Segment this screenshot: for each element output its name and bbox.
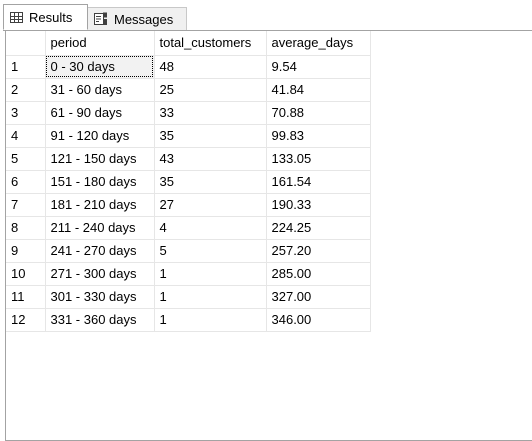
- cell-total-customers[interactable]: 1: [154, 308, 267, 332]
- table-row[interactable]: 8 211 - 240 days 4 224.25: [6, 216, 371, 240]
- cell-average-days[interactable]: 99.83: [266, 124, 371, 148]
- table-row[interactable]: 12 331 - 360 days 1 346.00: [6, 308, 371, 332]
- cell-period[interactable]: 241 - 270 days: [45, 239, 155, 263]
- column-header-average-days[interactable]: average_days: [266, 31, 371, 56]
- grid-icon: [10, 11, 23, 23]
- row-number[interactable]: 10: [6, 262, 46, 286]
- row-number[interactable]: 3: [6, 101, 46, 125]
- row-number[interactable]: 9: [6, 239, 46, 263]
- cell-period[interactable]: 31 - 60 days: [45, 78, 155, 102]
- table-row[interactable]: 6 151 - 180 days 35 161.54: [6, 170, 371, 194]
- cell-period[interactable]: 211 - 240 days: [45, 216, 155, 240]
- results-body: 10 - 30 days 48 9.54 2 31 - 60 days 25 41.84 3 6…: [6, 55, 371, 332]
- row-number[interactable]: 7: [6, 193, 46, 217]
- cell-total-customers[interactable]: 1: [154, 285, 267, 309]
- tab-results[interactable]: Results: [3, 4, 88, 30]
- header-row: period total_customers average_days: [6, 31, 371, 56]
- row-number[interactable]: 4: [6, 124, 46, 148]
- cell-average-days[interactable]: 70.88: [266, 101, 371, 125]
- cell-average-days[interactable]: 133.05: [266, 147, 371, 171]
- cell-total-customers[interactable]: 35: [154, 170, 267, 194]
- tab-messages[interactable]: Messages: [88, 7, 187, 30]
- row-number[interactable]: 1: [6, 55, 46, 79]
- cell-period[interactable]: 121 - 150 days: [45, 147, 155, 171]
- column-header-period[interactable]: period: [45, 31, 155, 56]
- cell-period[interactable]: 181 - 210 days: [45, 193, 155, 217]
- table-row[interactable]: 7 181 - 210 days 27 190.33: [6, 193, 371, 217]
- row-number[interactable]: 11: [6, 285, 46, 309]
- results-pane: Results Messages period total_customers …: [0, 0, 532, 441]
- cell-total-customers[interactable]: 5: [154, 239, 267, 263]
- cell-period[interactable]: 151 - 180 days: [45, 170, 155, 194]
- row-number[interactable]: 8: [6, 216, 46, 240]
- cell-total-customers[interactable]: 33: [154, 101, 267, 125]
- cell-total-customers[interactable]: 4: [154, 216, 267, 240]
- cell-average-days[interactable]: 161.54: [266, 170, 371, 194]
- cell-total-customers[interactable]: 43: [154, 147, 267, 171]
- cell-average-days[interactable]: 346.00: [266, 308, 371, 332]
- table-row[interactable]: 4 91 - 120 days 35 99.83: [6, 124, 371, 148]
- tab-divider: [3, 30, 532, 31]
- tab-results-label: Results: [29, 9, 73, 25]
- cell-period[interactable]: 91 - 120 days: [45, 124, 155, 148]
- cell-average-days[interactable]: 41.84: [266, 78, 371, 102]
- cell-period[interactable]: 271 - 300 days: [45, 262, 155, 286]
- cell-period[interactable]: 331 - 360 days: [45, 308, 155, 332]
- row-number[interactable]: 12: [6, 308, 46, 332]
- row-number[interactable]: 6: [6, 170, 46, 194]
- results-grid[interactable]: period total_customers average_days 10 -…: [5, 31, 532, 441]
- cell-total-customers[interactable]: 1: [154, 262, 267, 286]
- table-row[interactable]: 10 - 30 days 48 9.54: [6, 55, 371, 79]
- cell-total-customers[interactable]: 25: [154, 78, 267, 102]
- cell-average-days[interactable]: 257.20: [266, 239, 371, 263]
- cell-period[interactable]: 301 - 330 days: [45, 285, 155, 309]
- table-row[interactable]: 3 61 - 90 days 33 70.88: [6, 101, 371, 125]
- results-table: period total_customers average_days 10 -…: [6, 31, 371, 332]
- cell-period[interactable]: 61 - 90 days: [45, 101, 155, 125]
- tab-messages-label: Messages: [114, 11, 174, 27]
- cell-average-days[interactable]: 224.25: [266, 216, 371, 240]
- row-number-header[interactable]: [6, 31, 46, 56]
- column-header-total-customers[interactable]: total_customers: [154, 31, 267, 56]
- table-row[interactable]: 10 271 - 300 days 1 285.00: [6, 262, 371, 286]
- results-tab-bar: Results Messages: [0, 0, 532, 31]
- table-row[interactable]: 11 301 - 330 days 1 327.00: [6, 285, 371, 309]
- cell-period[interactable]: 0 - 30 days: [45, 55, 155, 79]
- table-row[interactable]: 9 241 - 270 days 5 257.20: [6, 239, 371, 263]
- cell-average-days[interactable]: 9.54: [266, 55, 371, 79]
- table-row[interactable]: 5 121 - 150 days 43 133.05: [6, 147, 371, 171]
- row-number[interactable]: 5: [6, 147, 46, 171]
- messages-icon: [94, 12, 108, 26]
- cell-total-customers[interactable]: 35: [154, 124, 267, 148]
- cell-total-customers[interactable]: 48: [154, 55, 267, 79]
- cell-average-days[interactable]: 190.33: [266, 193, 371, 217]
- cell-average-days[interactable]: 285.00: [266, 262, 371, 286]
- row-number[interactable]: 2: [6, 78, 46, 102]
- cell-total-customers[interactable]: 27: [154, 193, 267, 217]
- table-row[interactable]: 2 31 - 60 days 25 41.84: [6, 78, 371, 102]
- cell-average-days[interactable]: 327.00: [266, 285, 371, 309]
